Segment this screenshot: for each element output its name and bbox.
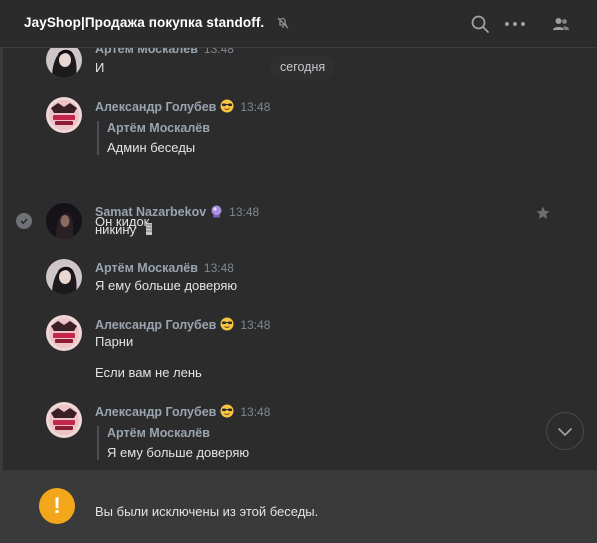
message-text: Если вам не лень	[95, 365, 202, 380]
message-author[interactable]: Александр Голубев 13:48	[95, 99, 270, 116]
warning-icon: !	[39, 488, 75, 524]
avatar[interactable]	[46, 315, 82, 351]
reply-quote[interactable]: Артём Москалёв Я ему больше доверяю	[97, 426, 249, 460]
message-time: 13:48	[240, 100, 271, 114]
message-text: никину	[95, 222, 154, 239]
crystal-ball-emoji-icon	[210, 205, 223, 221]
sunglasses-emoji-icon	[220, 317, 234, 334]
more-icon[interactable]	[503, 12, 527, 36]
quote-author: Артём Москалёв	[107, 426, 210, 440]
search-icon[interactable]	[468, 12, 492, 36]
message-text: И	[95, 60, 105, 75]
avatar[interactable]	[46, 48, 82, 78]
message-time: 13:48	[203, 261, 234, 275]
members-icon[interactable]	[549, 12, 573, 36]
muted-bell-icon[interactable]	[276, 16, 290, 30]
chevron-down-icon	[558, 424, 572, 439]
chat-header: JayShop|Продажа покупка standoff.	[0, 0, 597, 48]
avatar[interactable]	[46, 259, 82, 295]
quote-text: Я ему больше доверяю	[107, 445, 250, 460]
sunglasses-emoji-icon	[220, 404, 234, 421]
scrollbar[interactable]	[0, 48, 3, 470]
scroll-down-button[interactable]	[546, 412, 584, 450]
message-time: 13:48	[240, 405, 271, 419]
exclusion-notice: ! Вы были исключены из этой беседы.	[0, 470, 597, 543]
avatar[interactable]	[46, 203, 82, 239]
message-feed[interactable]: Артём Москалёв 13:48 И сегодня Александр …	[0, 48, 597, 470]
sunglasses-emoji-icon	[220, 99, 234, 116]
message-author[interactable]: Артём Москалёв 13:48	[95, 261, 234, 275]
quote-text: Админ беседы	[107, 140, 196, 155]
message-text: Парни	[95, 334, 134, 349]
sticker-figure-icon	[144, 222, 154, 239]
chat-title[interactable]: JayShop|Продажа покупка standoff.	[24, 15, 264, 30]
avatar[interactable]	[46, 402, 82, 438]
reply-quote[interactable]: Артём Москалёв Админ беседы	[97, 121, 210, 155]
message-text: Я ему больше доверяю	[95, 278, 238, 293]
date-divider: сегодня	[270, 55, 336, 79]
star-icon[interactable]	[535, 205, 551, 221]
message-author[interactable]: Александр Голубев 13:48	[95, 317, 270, 334]
select-check-icon[interactable]	[16, 213, 32, 229]
avatar[interactable]	[46, 97, 82, 133]
message-author[interactable]: Samat Nazarbekov 13:48	[95, 205, 259, 221]
message-author[interactable]: Артём Москалёв 13:48	[95, 48, 234, 56]
message-time: 13:48	[229, 205, 260, 219]
notice-text: Вы были исключены из этой беседы.	[95, 504, 319, 519]
quote-author: Артём Москалёв	[107, 121, 210, 135]
message-author[interactable]: Александр Голубев 13:48	[95, 404, 270, 421]
message-time: 13:48	[240, 318, 271, 332]
message-time: 13:48	[203, 48, 234, 56]
